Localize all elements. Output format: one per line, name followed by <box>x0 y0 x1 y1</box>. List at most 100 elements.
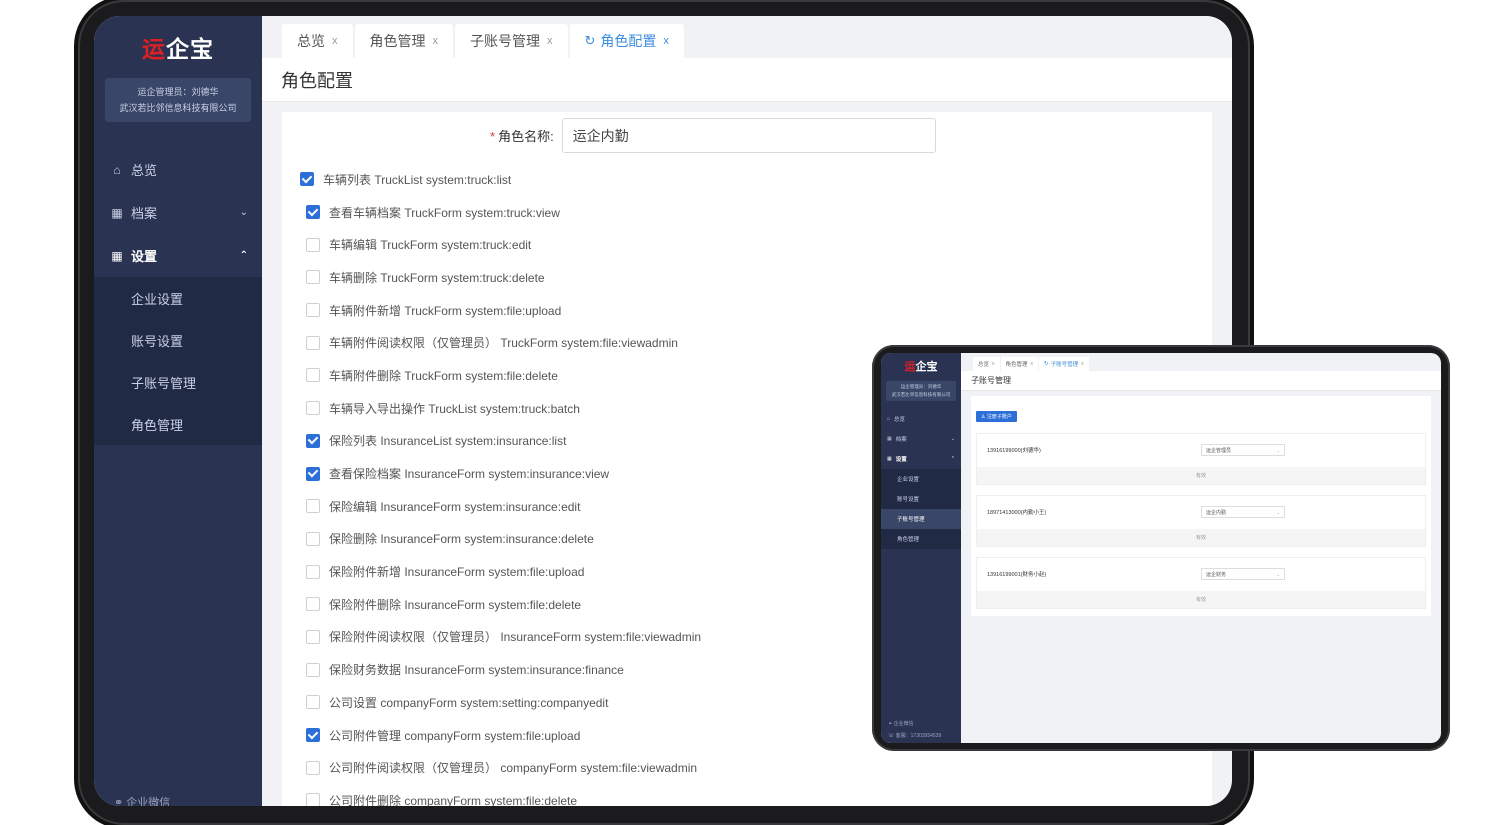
permission-checkbox[interactable] <box>300 172 314 187</box>
permission-label: 保险财务数据 InsuranceForm system:insurance:fi… <box>329 663 624 678</box>
small-tab-bar: 总览 x 角色管理 x ↻ 子账号管理 x <box>961 353 1441 371</box>
refresh-icon[interactable]: ↻ <box>1044 361 1049 367</box>
close-icon[interactable]: x <box>992 361 995 367</box>
permission-item[interactable]: 公司附件删除 companyForm system:file:delete <box>282 784 1212 806</box>
permission-label: 公司设置 companyForm system:setting:companye… <box>329 695 609 710</box>
role-name-label-text: 角色名称: <box>498 129 554 144</box>
small-sidebar-item-settings[interactable]: ▦ 设置 ⌃ <box>881 449 961 469</box>
grid-icon: ▦ <box>887 456 892 462</box>
permission-checkbox[interactable] <box>306 205 320 220</box>
permission-checkbox[interactable] <box>306 564 320 579</box>
subaccount-role-select[interactable]: 运企内勤 ⌄ <box>1201 506 1285 518</box>
user-info-box: 运企管理员：刘德华 武汉若比邻信息科技有限公司 <box>105 78 251 122</box>
tab-role-management[interactable]: 角色管理 x <box>354 24 453 58</box>
small-sidebar-item-subaccount-management[interactable]: 子账号管理 <box>881 509 961 529</box>
permission-checkbox[interactable] <box>306 760 320 775</box>
small-user-role-name: 运企管理员：刘德华 <box>900 384 942 389</box>
tab-label: 角色管理 <box>1005 362 1028 368</box>
subaccount-panel: ♙ 注册子账户 13916199000(刘德华) 运企管理员 ⌄ 有效 18971413… <box>971 396 1431 616</box>
close-icon[interactable]: x <box>433 35 439 47</box>
small-tab-overview[interactable]: 总览 x <box>973 357 1000 371</box>
permission-checkbox[interactable] <box>306 695 320 710</box>
sidebar-item-role-management[interactable]: 角色管理 <box>94 403 262 445</box>
permission-label: 车辆列表 TruckList system:truck:list <box>323 172 512 187</box>
permission-label: 保险编辑 InsuranceForm system:insurance:edit <box>329 499 581 514</box>
permission-checkbox[interactable] <box>306 629 320 644</box>
refresh-icon[interactable]: ↻ <box>585 33 596 49</box>
sidebar-item-archive[interactable]: ▦ 档案 ⌄ <box>94 191 262 234</box>
small-app-logo: 运企宝 <box>881 353 961 379</box>
small-sidebar-item-company-settings[interactable]: 企业设置 <box>881 469 961 489</box>
grid-icon: ▦ <box>111 205 123 220</box>
close-icon[interactable]: x <box>1031 361 1034 367</box>
permission-item[interactable]: 查看车辆档案 TruckForm system:truck:view <box>282 196 1212 229</box>
logo-part-1: 运 <box>142 36 166 62</box>
close-icon[interactable]: x <box>1081 361 1084 367</box>
small-sidebar-item-archive[interactable]: ▦ 档案 ⌄ <box>881 429 961 449</box>
permission-checkbox[interactable] <box>306 793 320 806</box>
device-mockup-stage: 运企宝 运企管理员：刘德华 武汉若比邻信息科技有限公司 ⌂ 总览 ▦ 档案 ⌄ <box>0 0 1499 825</box>
tab-overview[interactable]: 总览 x <box>282 24 353 58</box>
permission-item[interactable]: 车辆删除 TruckForm system:truck:delete <box>282 261 1212 294</box>
subaccount-phone: 13916199001(财务小赵) <box>987 572 1047 578</box>
register-subaccount-button[interactable]: ♙ 注册子账户 <box>976 411 1017 422</box>
permission-checkbox[interactable] <box>306 499 320 514</box>
small-sidebar-footer-wechat[interactable]: ⚭ 企业微信 <box>888 720 914 727</box>
permission-item[interactable]: 车辆编辑 TruckForm system:truck:edit <box>282 228 1212 261</box>
permission-checkbox[interactable] <box>306 433 320 448</box>
role-name-input[interactable] <box>561 118 936 153</box>
small-sidebar-menu: ⌂ 总览 ▦ 档案 ⌄ ▦ 设置 ⌃ 企业设置 账号设置 子账号管理 角色管理 <box>881 409 961 549</box>
small-sidebar-item-account-settings[interactable]: 账号设置 <box>881 489 961 509</box>
close-icon[interactable]: x <box>547 35 553 47</box>
permission-checkbox[interactable] <box>306 270 320 285</box>
permission-checkbox[interactable] <box>306 466 320 481</box>
permission-label: 保险附件新增 InsuranceForm system:file:upload <box>329 565 585 580</box>
permission-checkbox[interactable] <box>306 597 320 612</box>
user-role-name: 运企管理员：刘德华 <box>137 87 219 97</box>
permission-checkbox[interactable] <box>306 237 320 252</box>
small-tab-role-management[interactable]: 角色管理 x <box>1000 357 1039 371</box>
subaccount-role-select[interactable]: 运企财务 ⌄ <box>1201 568 1285 580</box>
sidebar-item-overview[interactable]: ⌂ 总览 <box>94 148 262 191</box>
tab-label: 总览 <box>978 362 990 368</box>
role-name-row: * 角色名称: <box>490 118 936 153</box>
small-sidebar-item-label: 总览 <box>894 417 906 423</box>
close-icon[interactable]: x <box>663 35 669 47</box>
sidebar-item-subaccount-management[interactable]: 子账号管理 <box>94 361 262 403</box>
small-settings-submenu: 企业设置 账号设置 子账号管理 角色管理 <box>881 469 961 549</box>
permission-item[interactable]: 车辆列表 TruckList system:truck:list <box>282 163 1212 196</box>
chevron-down-icon: ⌄ <box>950 436 955 442</box>
permission-checkbox[interactable] <box>306 728 320 743</box>
permission-checkbox[interactable] <box>306 401 320 416</box>
sidebar: 运企宝 运企管理员：刘德华 武汉若比邻信息科技有限公司 ⌂ 总览 ▦ 档案 ⌄ <box>94 16 262 806</box>
sidebar-footer-wechat[interactable]: ⚭ 企业微信 <box>114 794 170 806</box>
tab-role-config[interactable]: ↻ 角色配置 x <box>569 24 684 58</box>
sidebar-item-settings[interactable]: ▦ 设置 ⌃ <box>94 234 262 277</box>
permission-label: 查看保险档案 InsuranceForm system:insurance:vi… <box>329 467 610 482</box>
small-sidebar-item-overview[interactable]: ⌂ 总览 <box>881 409 961 429</box>
permission-checkbox[interactable] <box>306 662 320 677</box>
permission-label: 车辆附件阅读权限（仅管理员） TruckForm system:file:vie… <box>329 336 678 351</box>
permission-label: 保险附件删除 InsuranceForm system:file:delete <box>329 597 582 612</box>
small-tab-subaccount-management[interactable]: ↻ 子账号管理 x <box>1039 357 1089 371</box>
subaccount-list: 13916199000(刘德华) 运企管理员 ⌄ 有效 18971413000(内勤小王… <box>976 433 1426 609</box>
home-icon: ⌂ <box>887 416 891 422</box>
subaccount-card: 18971413000(内勤小王) 运企内勤 ⌄ 有效 <box>976 495 1426 547</box>
permission-checkbox[interactable] <box>306 368 320 383</box>
sidebar-item-company-settings[interactable]: 企业设置 <box>94 277 262 319</box>
page-title: 角色配置 <box>262 58 1232 102</box>
subaccount-status: 有效 <box>977 529 1425 546</box>
small-sidebar-item-role-management[interactable]: 角色管理 <box>881 529 961 549</box>
sidebar-item-label: 设置 <box>131 249 158 264</box>
permission-item[interactable]: 车辆附件新增 TruckForm system:file:upload <box>282 294 1212 327</box>
permission-checkbox[interactable] <box>306 303 320 318</box>
tab-subaccount-management[interactable]: 子账号管理 x <box>455 24 568 58</box>
close-icon[interactable]: x <box>332 35 338 47</box>
permission-checkbox[interactable] <box>306 531 320 546</box>
permission-item[interactable]: 公司附件阅读权限（仅管理员） companyForm system:file:v… <box>282 751 1212 784</box>
permission-checkbox[interactable] <box>306 335 320 350</box>
sidebar-item-account-settings[interactable]: 账号设置 <box>94 319 262 361</box>
subaccount-status: 有效 <box>977 467 1425 484</box>
subaccount-role-select[interactable]: 运企管理员 ⌄ <box>1201 444 1285 456</box>
permission-label: 保险列表 InsuranceList system:insurance:list <box>329 434 567 449</box>
